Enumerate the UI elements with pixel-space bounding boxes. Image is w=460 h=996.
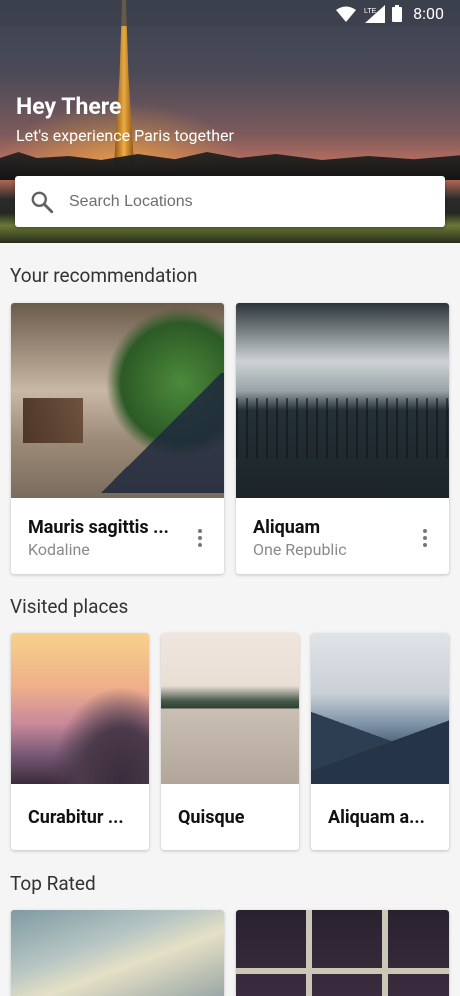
section-title-visited: Visited places — [10, 595, 129, 618]
top-rated-card[interactable] — [11, 910, 224, 996]
status-bar: LTE 8:00 — [0, 0, 460, 26]
city-skyline-image — [0, 152, 460, 180]
section-title-recommendation: Your recommendation — [10, 264, 198, 287]
search-input[interactable] — [69, 192, 429, 211]
card-subtitle: One Republic — [253, 540, 347, 559]
card-title: Quisque — [178, 807, 245, 828]
card-subtitle: Kodaline — [28, 540, 90, 559]
mountains-image — [311, 633, 449, 784]
misty-sunset-image — [11, 633, 149, 784]
swing-ride-image — [236, 303, 449, 498]
book-image — [11, 910, 224, 996]
header-hero: LTE 8:00 Hey There Let's experience Pari… — [0, 0, 460, 243]
visited-card[interactable]: Aliquam a... — [311, 633, 449, 850]
recommendation-card[interactable]: Aliquam One Republic — [236, 303, 449, 574]
visited-card[interactable]: Curabitur ... — [11, 633, 149, 850]
page-title: Hey There — [16, 93, 122, 120]
wooden-pier-image — [161, 633, 299, 784]
visited-card[interactable]: Quisque — [161, 633, 299, 850]
card-title: Curabitur ... — [28, 807, 124, 828]
signal-icon: LTE — [364, 4, 386, 23]
card-title: Aliquam — [253, 517, 321, 538]
window-image — [236, 910, 449, 996]
more-vert-icon[interactable] — [417, 527, 433, 549]
battery-icon — [392, 5, 403, 22]
park-bench-image — [11, 303, 224, 498]
status-time: 8:00 — [413, 4, 444, 23]
page-subtitle: Let's experience Paris together — [16, 126, 234, 145]
more-vert-icon[interactable] — [192, 527, 208, 549]
recommendation-card[interactable]: Mauris sagittis ... Kodaline — [11, 303, 224, 574]
section-title-top-rated: Top Rated — [10, 872, 96, 895]
top-rated-card[interactable] — [236, 910, 449, 996]
card-title: Aliquam a... — [328, 807, 425, 828]
card-title: Mauris sagittis ... — [28, 517, 169, 538]
search-icon — [31, 191, 54, 213]
svg-text:LTE: LTE — [364, 8, 377, 15]
search-bar[interactable] — [15, 176, 445, 227]
wifi-icon — [336, 6, 357, 22]
